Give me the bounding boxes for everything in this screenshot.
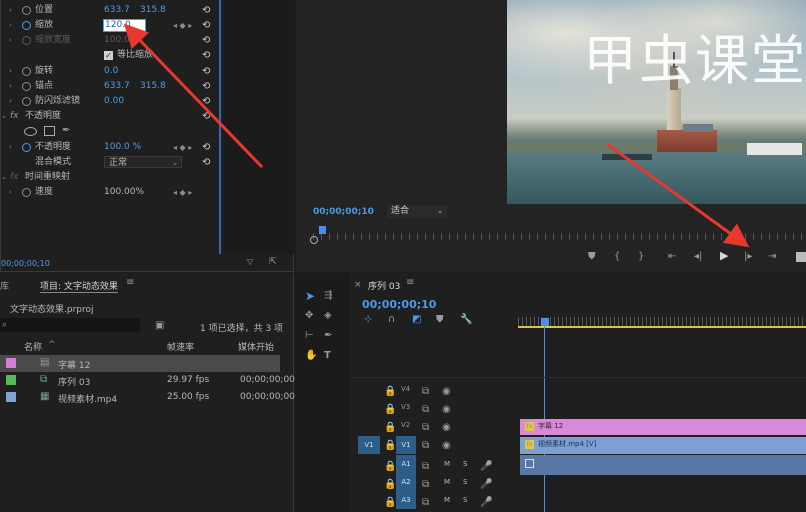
arrow-to-scale [123,23,264,169]
arrow-to-controls [606,142,750,248]
annotation-arrows [123,23,750,248]
